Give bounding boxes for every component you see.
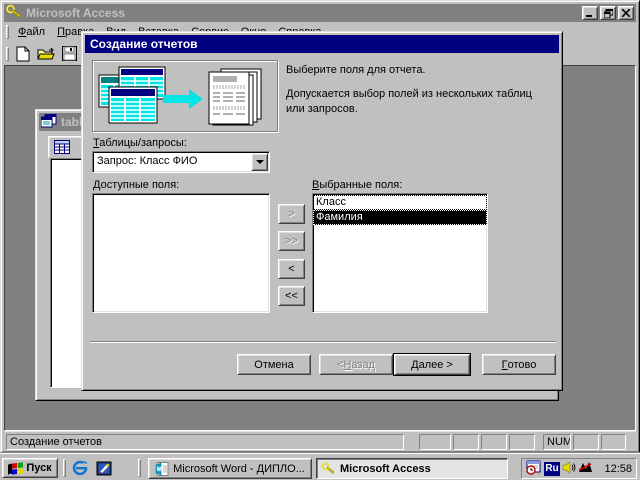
- num-lock-indicator: NUM: [543, 434, 571, 450]
- selected-fields-label: Выбранные поля:: [312, 179, 402, 191]
- main-titlebar[interactable]: Microsoft Access: [4, 4, 636, 22]
- start-label: Пуск: [26, 462, 51, 474]
- access-key-icon: [321, 462, 336, 475]
- restore-icon: [604, 9, 613, 18]
- tables-queries-label: Таблицы/запросы:: [93, 137, 187, 149]
- available-fields-listbox[interactable]: [92, 193, 270, 313]
- tables-to-report-graphic: [97, 65, 273, 127]
- wizard-instruction-1: Выберите поля для отчета.: [286, 64, 552, 76]
- menubar-drag-handle[interactable]: [6, 25, 9, 39]
- tables-queries-combobox[interactable]: Запрос: Класс ФИО: [92, 151, 270, 173]
- database-window-icon: [41, 114, 57, 131]
- system-tray: Ru 12:58: [521, 458, 637, 479]
- remove-field-button[interactable]: <: [278, 259, 305, 279]
- volume-icon[interactable]: [562, 461, 576, 477]
- status-panel: [509, 434, 535, 450]
- screen: Microsoft Access Файл Правка Вид Встав: [0, 0, 640, 480]
- table-grid-icon: [54, 140, 70, 154]
- windows-logo-icon: [8, 462, 23, 475]
- tray-utility-icon[interactable]: [578, 461, 593, 477]
- next-button[interactable]: Далее >: [394, 354, 470, 375]
- wizard-graphic-frame: [92, 60, 278, 132]
- status-panel: [453, 434, 479, 450]
- task-button-word[interactable]: Microsoft Word - ДИПЛО...: [148, 458, 312, 479]
- chevron-down-icon: [256, 160, 264, 164]
- access-main-window: Microsoft Access Файл Правка Вид Встав: [0, 0, 640, 453]
- status-panel: [419, 434, 451, 450]
- task-label: Microsoft Access: [340, 463, 431, 475]
- task-button-access[interactable]: Microsoft Access: [316, 458, 508, 479]
- available-fields-label: Доступные поля:: [93, 179, 179, 191]
- save-button[interactable]: [58, 44, 80, 64]
- toolbar-drag-handle[interactable]: [6, 47, 9, 61]
- dialog-titlebar[interactable]: Создание отчетов: [85, 35, 559, 53]
- open-button[interactable]: [35, 44, 57, 64]
- taskbar-divider: [63, 459, 66, 477]
- close-button[interactable]: [618, 6, 634, 20]
- report-wizard-dialog: Создание отчетов: [81, 31, 563, 391]
- status-panel: [481, 434, 507, 450]
- taskbar-clock[interactable]: 12:58: [604, 463, 632, 475]
- internet-explorer-icon[interactable]: [70, 459, 90, 477]
- add-all-fields-button[interactable]: >>: [278, 231, 305, 251]
- minimize-button[interactable]: [582, 6, 598, 20]
- new-document-button[interactable]: [12, 44, 34, 64]
- status-bar: Создание отчетов NUM: [4, 431, 636, 451]
- back-button[interactable]: < Назад: [319, 354, 393, 375]
- dialog-title: Создание отчетов: [90, 37, 198, 51]
- save-diskette-icon: [62, 46, 77, 61]
- finish-button[interactable]: Готово: [482, 354, 556, 375]
- start-button[interactable]: Пуск: [2, 458, 58, 478]
- word-icon: [155, 462, 169, 476]
- remove-all-fields-button[interactable]: <<: [278, 286, 305, 306]
- status-message: Создание отчетов: [6, 434, 404, 450]
- combobox-value: Запрос: Класс ФИО: [97, 155, 249, 167]
- task-scheduler-icon[interactable]: [526, 460, 542, 478]
- database-window-title: tabl: [61, 115, 82, 129]
- status-panel: [573, 434, 599, 450]
- task-label: Microsoft Word - ДИПЛО...: [173, 463, 305, 475]
- taskbar-divider: [138, 459, 141, 477]
- next-button-default-ring: Далее >: [393, 353, 471, 376]
- window-title: Microsoft Access: [26, 6, 580, 20]
- wizard-instruction-2: Допускается выбор полей из нескольких та…: [286, 87, 552, 117]
- access-key-icon: [6, 4, 22, 22]
- desktop-channels-icon[interactable]: [94, 459, 114, 477]
- combobox-drop-button[interactable]: [251, 153, 268, 171]
- status-panel: [601, 434, 626, 450]
- dialog-separator: [90, 341, 556, 343]
- new-document-icon: [16, 46, 30, 62]
- open-folder-icon: [37, 47, 55, 61]
- minimize-icon: [586, 9, 594, 17]
- add-field-button[interactable]: >: [278, 204, 305, 224]
- list-item[interactable]: Фамилия: [313, 210, 487, 225]
- selected-fields-listbox[interactable]: Класс Фамилия: [312, 193, 488, 313]
- cancel-button[interactable]: Отмена: [237, 354, 311, 375]
- menu-file[interactable]: Файл: [12, 24, 51, 40]
- language-indicator[interactable]: Ru: [544, 462, 560, 476]
- taskbar: Пуск: [0, 453, 640, 480]
- list-item[interactable]: Класс: [313, 195, 487, 210]
- close-icon: [622, 9, 630, 17]
- restore-button[interactable]: [600, 6, 616, 20]
